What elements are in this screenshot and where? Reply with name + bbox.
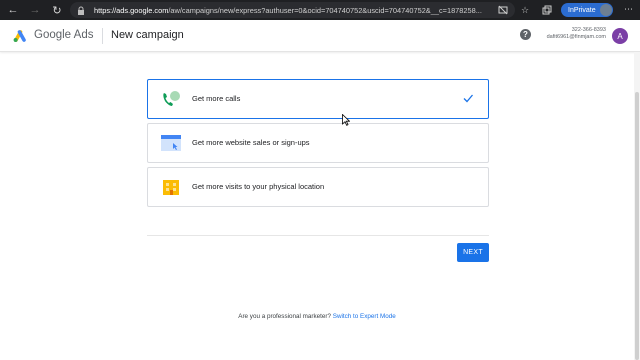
goal-label-calls: Get more calls <box>192 94 241 103</box>
phone-call-icon <box>163 91 180 106</box>
goal-option-store-visits[interactable]: Get more visits to your physical locatio… <box>147 167 489 207</box>
account-phone: 322-366-8393 <box>571 27 606 33</box>
content-divider <box>147 235 489 236</box>
goal-label-store-visits: Get more visits to your physical locatio… <box>192 182 325 191</box>
app-header: Google Ads New campaign ? 322-366-8393 d… <box>0 20 640 52</box>
header-divider <box>102 28 103 44</box>
storefront-icon <box>163 180 179 195</box>
favorites-star-icon[interactable]: ☆ <box>519 4 531 16</box>
back-icon[interactable]: ← <box>4 0 22 20</box>
address-bar[interactable]: https://ads.google.com/aw/campaigns/new/… <box>70 2 515 18</box>
scroll-thumb[interactable] <box>635 92 639 360</box>
switch-to-expert-mode-link[interactable]: Switch to Expert Mode <box>333 313 396 320</box>
tracking-prevention-icon[interactable] <box>497 4 509 16</box>
google-ads-logo-icon[interactable] <box>12 29 28 43</box>
inprivate-label: InPrivate <box>568 6 596 14</box>
refresh-icon[interactable]: ↻ <box>48 0 66 20</box>
account-email: dafit6961@finmjam.com <box>546 34 606 40</box>
goal-option-calls[interactable]: Get more calls <box>147 79 489 119</box>
collections-icon[interactable] <box>541 4 553 16</box>
browser-toolbar: ← → ↻ https://ads.google.com/aw/campaign… <box>0 0 640 20</box>
expert-mode-question: Are you a professional marketer? <box>238 313 331 320</box>
forward-icon[interactable]: → <box>26 0 44 20</box>
check-icon <box>463 94 473 103</box>
help-icon[interactable]: ? <box>520 29 531 40</box>
url-text: https://ads.google.com/aw/campaigns/new/… <box>94 5 482 15</box>
page-title: New campaign <box>111 29 184 41</box>
expert-mode-prompt: Are you a professional marketer? Switch … <box>0 313 634 320</box>
browser-window-icon <box>161 135 181 151</box>
brand-name: Google Ads <box>34 29 94 41</box>
goal-label-website: Get more website sales or sign-ups <box>192 138 310 147</box>
lock-icon <box>76 5 86 15</box>
profile-avatar <box>600 4 612 16</box>
inprivate-badge[interactable]: InPrivate <box>561 3 613 17</box>
next-button[interactable]: NEXT <box>457 243 489 262</box>
account-avatar[interactable]: A <box>612 28 628 44</box>
page-scrollbar[interactable] <box>634 52 640 360</box>
more-options-icon[interactable]: ⋯ <box>624 4 633 15</box>
mouse-cursor-icon <box>342 114 350 126</box>
goal-option-website[interactable]: Get more website sales or sign-ups <box>147 123 489 163</box>
